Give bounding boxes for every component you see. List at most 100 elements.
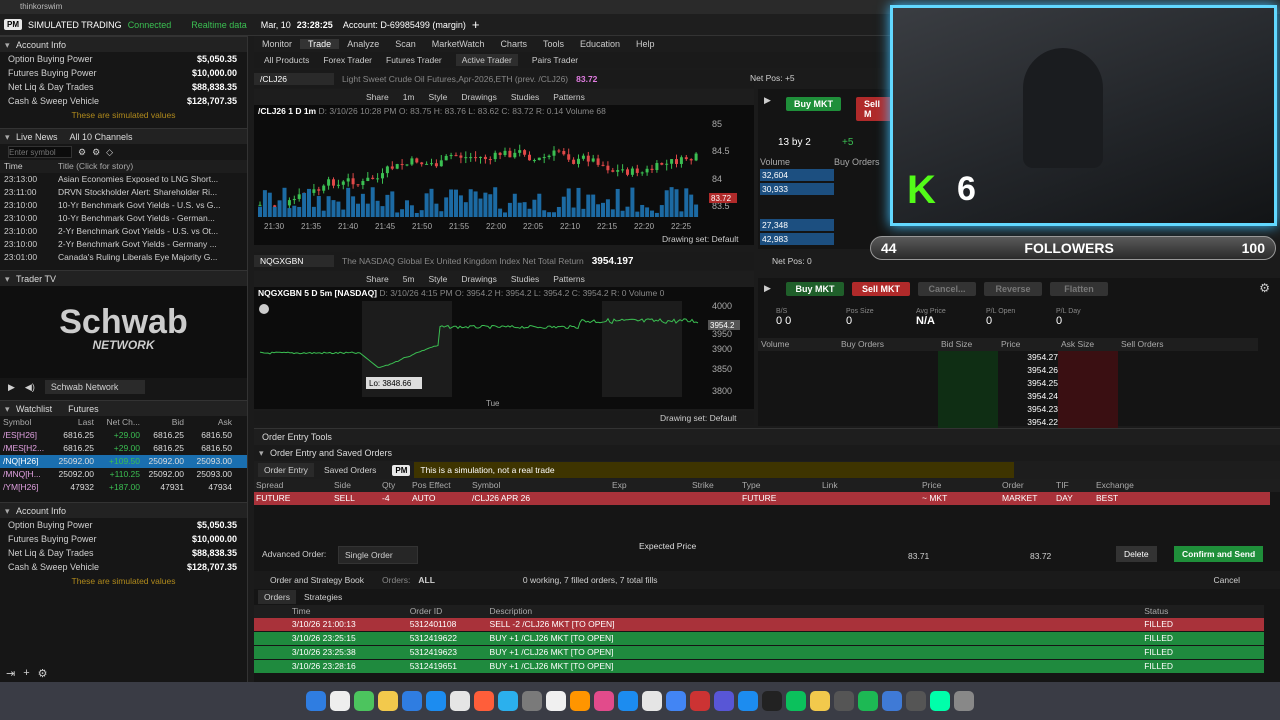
delete-button[interactable]: Delete bbox=[1116, 546, 1157, 562]
dock-app-icon[interactable] bbox=[330, 691, 350, 711]
toolbar-5m[interactable]: 5m bbox=[403, 274, 415, 284]
news-item[interactable]: 23:10:00 10-Yr Benchmark Govt Yields - U.… bbox=[0, 199, 247, 212]
ord-col[interactable]: Status bbox=[1144, 605, 1264, 618]
toolbar-share[interactable]: Share bbox=[366, 274, 389, 284]
toolbar-share[interactable]: Share bbox=[366, 92, 389, 102]
advanced-order-select[interactable]: Single Order bbox=[338, 546, 418, 564]
expand-icon[interactable]: ⇥ bbox=[6, 667, 15, 680]
dock-app-icon[interactable] bbox=[642, 691, 662, 711]
volume-icon[interactable]: ◀) bbox=[25, 382, 35, 393]
ord-col[interactable]: Time bbox=[292, 605, 410, 618]
menu-tools[interactable]: Tools bbox=[535, 39, 572, 49]
toolbar-style[interactable]: Style bbox=[429, 92, 448, 102]
dock-app-icon[interactable] bbox=[570, 691, 590, 711]
trade2-buymkt-button[interactable]: Buy MKT bbox=[786, 282, 844, 296]
ord-col[interactable]: Order ID bbox=[410, 605, 490, 618]
dock-app-icon[interactable] bbox=[354, 691, 374, 711]
ladder-row[interactable]: 3954.27 bbox=[758, 351, 1258, 364]
add-gadget-icon[interactable]: + bbox=[23, 667, 29, 680]
dock-app-icon[interactable] bbox=[714, 691, 734, 711]
dock-app-icon[interactable] bbox=[378, 691, 398, 711]
news-item[interactable]: 23:10:00 2-Yr Benchmark Govt Yields - Ger… bbox=[0, 238, 247, 251]
buy-mkt-button[interactable]: Buy MKT bbox=[786, 97, 841, 111]
menu-scan[interactable]: Scan bbox=[387, 39, 424, 49]
dock-app-icon[interactable] bbox=[498, 691, 518, 711]
oe-cell[interactable]: -4 bbox=[380, 492, 410, 505]
watchlist-row[interactable]: /MNQ[H... 25092.00 +110.25 25092.00 25093.00 bbox=[0, 468, 247, 481]
menu-analyze[interactable]: Analyze bbox=[339, 39, 387, 49]
watchlist-row[interactable]: /NQ[H26] 25092.00 +109.50 25092.00 25093.00 bbox=[0, 455, 247, 468]
menu-monitor[interactable]: Monitor bbox=[254, 39, 300, 49]
dock-app-icon[interactable] bbox=[594, 691, 614, 711]
menu-charts[interactable]: Charts bbox=[492, 39, 535, 49]
news-col-title[interactable]: Title (Click for story) bbox=[58, 160, 133, 173]
wl-col[interactable]: Net Ch... bbox=[94, 416, 140, 429]
chart2-symbol-input[interactable]: NQGXGBN bbox=[254, 255, 334, 267]
dock-app-icon[interactable] bbox=[786, 691, 806, 711]
dock-app-icon[interactable] bbox=[426, 691, 446, 711]
dock-app-icon[interactable] bbox=[882, 691, 902, 711]
toolbar-patterns[interactable]: Patterns bbox=[553, 274, 585, 284]
dock-app-icon[interactable] bbox=[666, 691, 686, 711]
watchlist-row[interactable]: /MES[H2... 6816.25 +29.00 6816.25 6816.50 bbox=[0, 442, 247, 455]
dock-app-icon[interactable] bbox=[522, 691, 542, 711]
gear-icon-2[interactable]: ⚙ bbox=[1259, 281, 1270, 295]
trader-tv-video[interactable]: Schwab NETWORK bbox=[0, 286, 247, 378]
trade2-cancel-button[interactable]: Cancel... bbox=[918, 282, 976, 296]
wl-col[interactable]: Ask bbox=[184, 416, 232, 429]
dock-app-icon[interactable] bbox=[810, 691, 830, 711]
gear-icon[interactable]: ⚙ bbox=[78, 147, 86, 158]
news-item[interactable]: 23:10:00 2-Yr Benchmark Govt Yields - U.S… bbox=[0, 225, 247, 238]
confirm-send-button[interactable]: Confirm and Send bbox=[1174, 546, 1264, 562]
order-row[interactable]: 3/10/26 23:25:15 5312419622 BUY +1 /CLJ26 … bbox=[254, 632, 1264, 645]
dock-app-icon[interactable] bbox=[738, 691, 758, 711]
order-row[interactable]: 3/10/26 23:25:38 5312419623 BUY +1 /CLJ26 … bbox=[254, 646, 1264, 659]
news-symbol-input[interactable] bbox=[8, 146, 72, 158]
dock-app-icon[interactable] bbox=[954, 691, 974, 711]
dock-app-icon[interactable] bbox=[546, 691, 566, 711]
news-item[interactable]: 23:10:00 10-Yr Benchmark Govt Yields - Ge… bbox=[0, 212, 247, 225]
chart1-area[interactable]: /CLJ26 1 D 1m D: 3/10/26 10:28 PM O: 83.… bbox=[254, 105, 754, 245]
news-item[interactable]: 23:01:00 Canada's Ruling Liberals Eye Maj… bbox=[0, 251, 247, 264]
wl-col[interactable]: Symbol bbox=[0, 416, 48, 429]
menu-trade[interactable]: Trade bbox=[300, 39, 340, 49]
dock-app-icon[interactable] bbox=[306, 691, 326, 711]
tab-strategies[interactable]: Strategies bbox=[298, 590, 348, 604]
toolbar-style[interactable]: Style bbox=[429, 274, 448, 284]
account-info-header-2[interactable]: Account Info bbox=[0, 502, 247, 519]
menu-marketwatch[interactable]: MarketWatch bbox=[424, 39, 493, 49]
watchlist-select[interactable]: Futures bbox=[68, 401, 99, 416]
dock-app-icon[interactable] bbox=[402, 691, 422, 711]
account-selector[interactable]: Account: D-69985499 (margin) bbox=[343, 20, 466, 30]
ladder-row[interactable]: 3954.25 bbox=[758, 377, 1258, 390]
ladder-row[interactable]: 3954.24 bbox=[758, 390, 1258, 403]
dock-app-icon[interactable] bbox=[762, 691, 782, 711]
news-col-time[interactable]: Time bbox=[4, 160, 58, 173]
play-icon[interactable]: ▶ bbox=[8, 382, 15, 393]
tv-channel-select[interactable]: Schwab Network bbox=[44, 380, 145, 394]
watchlist-row[interactable]: /ES[H26] 6816.25 +29.00 6816.25 6816.50 bbox=[0, 429, 247, 442]
submenu-pairs-trader[interactable]: Pairs Trader bbox=[532, 55, 578, 65]
dock-app-icon[interactable] bbox=[834, 691, 854, 711]
submenu-all-products[interactable]: All Products bbox=[264, 55, 309, 65]
tab-orders[interactable]: Orders bbox=[258, 590, 296, 604]
news-item[interactable]: 23:11:00 DRVN Stockholder Alert: Sharehol… bbox=[0, 186, 247, 199]
orders-filter-value[interactable]: ALL bbox=[418, 575, 435, 585]
chart2-drawing-set[interactable]: Drawing set: Default bbox=[660, 413, 737, 423]
toolbar-studies[interactable]: Studies bbox=[511, 274, 539, 284]
chart1-symbol-input[interactable]: /CLJ26 bbox=[254, 73, 334, 85]
order-line[interactable]: FUTURE SELL -4 AUTO/CLJ26 APR 26 FUTURE ~ MKT… bbox=[254, 492, 1270, 505]
expand-arrow-icon[interactable]: ▶ bbox=[764, 95, 771, 106]
wl-col[interactable]: Last bbox=[48, 416, 94, 429]
add-icon[interactable]: + bbox=[472, 17, 480, 32]
dock-app-icon[interactable] bbox=[930, 691, 950, 711]
expand-arrow-icon-2[interactable]: ▶ bbox=[764, 283, 771, 294]
order-row[interactable]: 3/10/26 21:00:13 5312401108 SELL -2 /CLJ26… bbox=[254, 618, 1264, 631]
news-channels-select[interactable]: All 10 Channels bbox=[70, 129, 133, 144]
trader-tv-header[interactable]: Trader TV bbox=[0, 270, 247, 287]
settings-icon[interactable]: ⚙ bbox=[38, 667, 48, 680]
dock-app-icon[interactable] bbox=[450, 691, 470, 711]
order-row[interactable]: 3/10/26 23:28:16 5312419651 BUY +1 /CLJ26 … bbox=[254, 660, 1264, 673]
dock-app-icon[interactable] bbox=[906, 691, 926, 711]
trade2-sellmkt-button[interactable]: Sell MKT bbox=[852, 282, 910, 296]
